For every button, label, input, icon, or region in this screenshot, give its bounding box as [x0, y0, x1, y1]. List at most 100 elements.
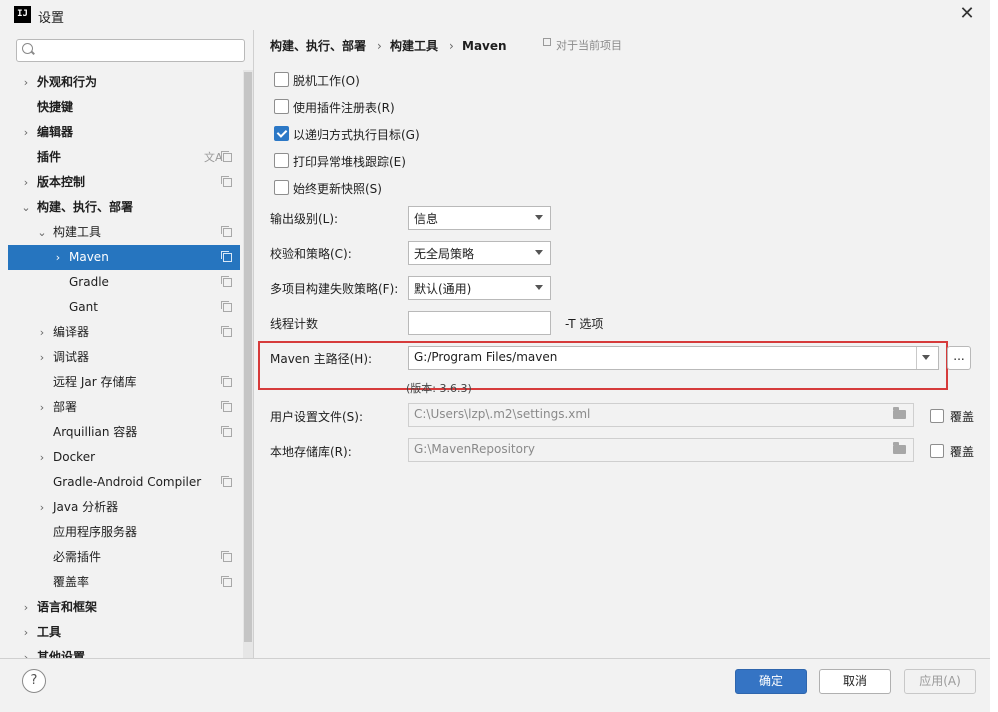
print-stacktrace-label: 打印异常堆栈跟踪(E) [293, 155, 406, 169]
tree-item-deployment[interactable]: › 部署 [8, 395, 240, 420]
tree-item-languages[interactable]: › 语言和框架 [8, 595, 240, 620]
tree-item-docker[interactable]: › Docker [8, 445, 240, 470]
project-scope-icon [221, 401, 232, 412]
tree-item-label: 版本控制 [37, 175, 86, 189]
recursive-checkbox[interactable] [274, 126, 289, 141]
local-repo-label: 本地存储库(R): [270, 445, 352, 459]
project-scope-icon [221, 276, 232, 287]
tree-item-label: 必需插件 [53, 550, 102, 564]
tree-item-label: Docker [53, 450, 96, 464]
tree-item-label: Gradle-Android Compiler [53, 475, 202, 489]
cancel-button[interactable]: 取消 [819, 669, 891, 694]
tree-item-label: Gant [69, 300, 98, 314]
chevron-down-icon: ⌄ [37, 226, 47, 239]
tree-item-label: 远程 Jar 存储库 [53, 375, 137, 389]
checksum-policy-label: 校验和策略(C): [270, 247, 352, 261]
local-repo-input: G:\MavenRepository [408, 438, 914, 462]
apply-button[interactable]: 应用(A) [904, 669, 976, 694]
thread-count-suffix: -T 选项 [565, 317, 604, 331]
close-icon[interactable]: ✕ [957, 4, 977, 24]
user-settings-label: 用户设置文件(S): [270, 410, 364, 424]
multiproject-fail-select[interactable]: 默认(通用) [408, 276, 551, 300]
translate-icon: 文A [204, 151, 223, 164]
tree-item-label: 语言和框架 [37, 600, 98, 614]
tree-item-label: Arquillian 容器 [53, 425, 138, 439]
tree-item-label: 调试器 [53, 350, 90, 364]
offline-checkbox[interactable] [274, 72, 289, 87]
tree-item-label: 覆盖率 [53, 575, 90, 589]
output-level-value: 信息 [414, 212, 439, 226]
maven-settings-panel: 构建、执行、部署 › 构建工具 › Maven 对于当前项目 脱机工作(O) 使… [254, 30, 990, 658]
tree-item-gradle[interactable]: Gradle [8, 270, 240, 295]
maven-home-select[interactable]: G:/Program Files/maven [408, 346, 939, 370]
tree-item-build-exec-deploy[interactable]: ⌄ 构建、执行、部署 [8, 195, 240, 220]
tree-item-coverage[interactable]: 覆盖率 [8, 570, 240, 595]
window-title: 设置 [38, 11, 65, 26]
checksum-policy-select[interactable]: 无全局策略 [408, 241, 551, 265]
tree-item-compiler[interactable]: › 编译器 [8, 320, 240, 345]
tree-item-required-plugins[interactable]: 必需插件 [8, 545, 240, 570]
print-stacktrace-checkbox[interactable] [274, 153, 289, 168]
breadcrumb-item: 构建工具 [390, 39, 439, 53]
search-icon [22, 43, 33, 54]
chevron-right-icon: › [39, 501, 45, 514]
tree-item-editor[interactable]: › 编辑器 [8, 120, 240, 145]
folder-icon [893, 442, 906, 454]
maven-home-browse-button[interactable]: ... [947, 346, 971, 370]
project-scope-icon [221, 476, 232, 487]
project-scope-icon [221, 301, 232, 312]
background-window-edge [990, 0, 998, 712]
tree-item-label: Java 分析器 [53, 500, 119, 514]
local-repo-override-label: 覆盖 [950, 445, 975, 459]
tree-item-label: 构建工具 [53, 225, 102, 239]
user-settings-override-checkbox[interactable] [930, 409, 944, 423]
tree-item-app-servers[interactable]: 应用程序服务器 [8, 520, 240, 545]
chevron-right-icon: › [23, 76, 29, 89]
output-level-select[interactable]: 信息 [408, 206, 551, 230]
tree-item-appearance[interactable]: › 外观和行为 [8, 70, 240, 95]
tree-item-plugins[interactable]: 插件 文A [8, 145, 240, 170]
footer-divider [0, 658, 990, 659]
tree-item-label: 插件 [37, 150, 62, 164]
tree-item-gradle-android[interactable]: Gradle-Android Compiler [8, 470, 240, 495]
maven-home-label: Maven 主路径(H): [270, 352, 373, 366]
chevron-right-icon: › [23, 651, 29, 658]
maven-home-value: G:/Program Files/maven [414, 350, 558, 364]
combo-divider [916, 347, 917, 369]
tree-item-gant[interactable]: Gant [8, 295, 240, 320]
thread-count-input[interactable] [408, 311, 551, 335]
project-scope-icon [543, 38, 551, 46]
local-repo-override-checkbox[interactable] [930, 444, 944, 458]
tree-item-maven[interactable]: › Maven [8, 245, 240, 270]
tree-item-arquillian[interactable]: Arquillian 容器 [8, 420, 240, 445]
tree-item-remote-jar[interactable]: 远程 Jar 存储库 [8, 370, 240, 395]
chevron-down-icon [535, 250, 543, 255]
plugin-registry-label: 使用插件注册表(R) [293, 101, 395, 115]
plugin-registry-checkbox[interactable] [274, 99, 289, 114]
tree-item-label: 外观和行为 [37, 75, 98, 89]
help-icon[interactable]: ? [22, 669, 46, 693]
chevron-right-icon: › [23, 176, 29, 189]
user-settings-value: C:\Users\lzp\.m2\settings.xml [414, 407, 591, 421]
maven-version-text: (版本: 3.6.3) [406, 382, 472, 395]
chevron-right-icon: › [39, 401, 45, 414]
user-settings-input: C:\Users\lzp\.m2\settings.xml [408, 403, 914, 427]
tree-item-build-tools[interactable]: ⌄ 构建工具 [8, 220, 240, 245]
breadcrumb-item: 构建、执行、部署 [270, 39, 367, 53]
offline-label: 脱机工作(O) [293, 74, 360, 88]
tree-item-java-profiler[interactable]: › Java 分析器 [8, 495, 240, 520]
thread-count-label: 线程计数 [270, 317, 319, 331]
chevron-right-icon: › [23, 601, 29, 614]
tree-item-tools[interactable]: › 工具 [8, 620, 240, 645]
sidebar-scrollbar-thumb[interactable] [244, 72, 252, 642]
tree-item-vcs[interactable]: › 版本控制 [8, 170, 240, 195]
tree-item-keymap[interactable]: 快捷键 [8, 95, 240, 120]
ok-button[interactable]: 确定 [735, 669, 807, 694]
settings-search-input[interactable] [16, 39, 245, 62]
chevron-down-icon: ⌄ [21, 201, 31, 214]
tree-item-label: 部署 [53, 400, 78, 414]
tree-item-debugger[interactable]: › 调试器 [8, 345, 240, 370]
update-snapshots-checkbox[interactable] [274, 180, 289, 195]
tree-item-other-settings[interactable]: › 其他设置 [8, 645, 240, 658]
chevron-right-icon: › [39, 326, 45, 339]
